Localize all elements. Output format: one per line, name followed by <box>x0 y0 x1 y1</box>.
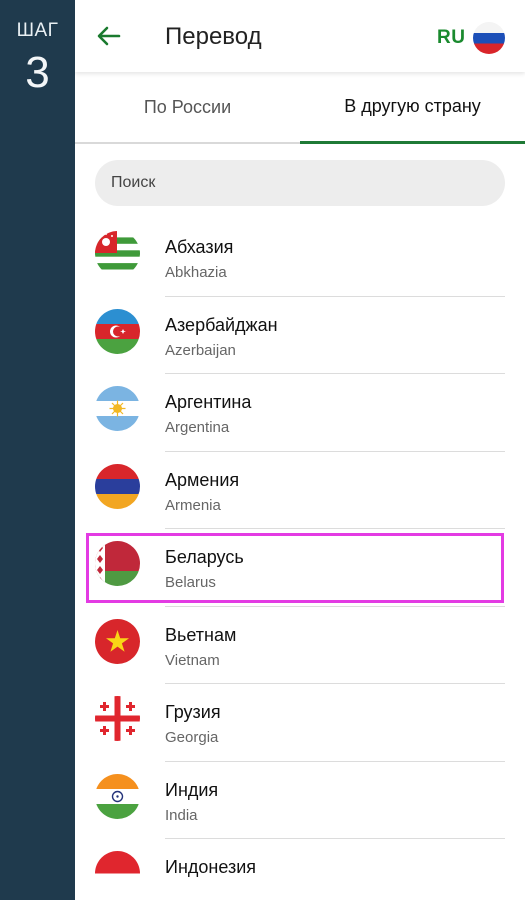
list-item[interactable]: Вьетнам Vietnam <box>75 607 525 684</box>
georgia-flag-icon <box>95 696 140 741</box>
list-item[interactable]: Аргентина Argentina <box>75 374 525 452</box>
country-name: Грузия <box>165 702 221 722</box>
list-item[interactable]: Беларусь Belarus <box>75 529 525 607</box>
country-name: Азербайджан <box>165 314 278 335</box>
step-indicator: ШАГ 3 <box>0 0 75 900</box>
list-item[interactable]: Абхазия Abkhazia <box>75 219 525 297</box>
transfer-screen: Перевод RU По России В другую страну Пои… <box>75 0 525 900</box>
list-item[interactable]: Армения Armenia <box>75 452 525 529</box>
tab-domestic-label: По России <box>143 96 232 117</box>
country-name-latin: India <box>165 806 198 824</box>
app-bar: Перевод RU <box>75 0 525 72</box>
country-name: Аргентина <box>165 392 252 412</box>
country-name: Индонезия <box>165 857 257 877</box>
step-label: ШАГ <box>16 20 59 41</box>
country-name: Армения <box>165 469 240 490</box>
vietnam-flag-icon <box>95 618 140 664</box>
list-item[interactable]: Индонезия <box>75 839 525 900</box>
indonesia-flag-icon <box>95 851 140 896</box>
transfer-tabs: По России В другую страну <box>75 72 525 144</box>
abkhazia-flag-icon <box>95 231 140 276</box>
country-name-latin: Azerbaijan <box>165 341 236 359</box>
list-item[interactable]: Грузия Georgia <box>75 684 525 762</box>
tab-international[interactable]: В другую страну <box>300 72 525 144</box>
step-number: 3 <box>25 48 50 97</box>
country-name: Вьетнам <box>165 624 237 645</box>
back-arrow-icon[interactable] <box>95 22 123 50</box>
india-flag-icon <box>95 773 140 819</box>
country-list: Абхазия Abkhazia Азербайджан Azerbaijan <box>75 219 525 900</box>
country-name-latin: Argentina <box>165 419 230 436</box>
tab-domestic[interactable]: По России <box>75 72 300 144</box>
country-name: Абхазия <box>165 237 234 257</box>
country-name: Беларусь <box>165 547 244 567</box>
country-name: Индия <box>165 779 219 800</box>
belarus-flag-icon <box>95 541 140 586</box>
list-item[interactable]: Азербайджан Azerbaijan <box>75 297 525 374</box>
armenia-flag-icon <box>95 463 140 509</box>
list-item[interactable]: Индия India <box>75 762 525 839</box>
page-title: Перевод <box>165 23 262 50</box>
argentina-flag-icon <box>95 386 140 431</box>
search-input[interactable] <box>95 160 505 206</box>
country-name-latin: Belarus <box>165 574 216 591</box>
azerbaijan-flag-icon <box>95 308 140 354</box>
country-name-latin: Armenia <box>165 496 221 514</box>
country-name-latin: Vietnam <box>165 651 220 669</box>
tab-international-label: В другую страну <box>344 96 481 116</box>
language-code[interactable]: RU <box>437 27 465 49</box>
russia-flag-icon[interactable] <box>473 22 505 54</box>
country-name-latin: Abkhazia <box>165 264 227 281</box>
country-name-latin: Georgia <box>165 729 219 746</box>
